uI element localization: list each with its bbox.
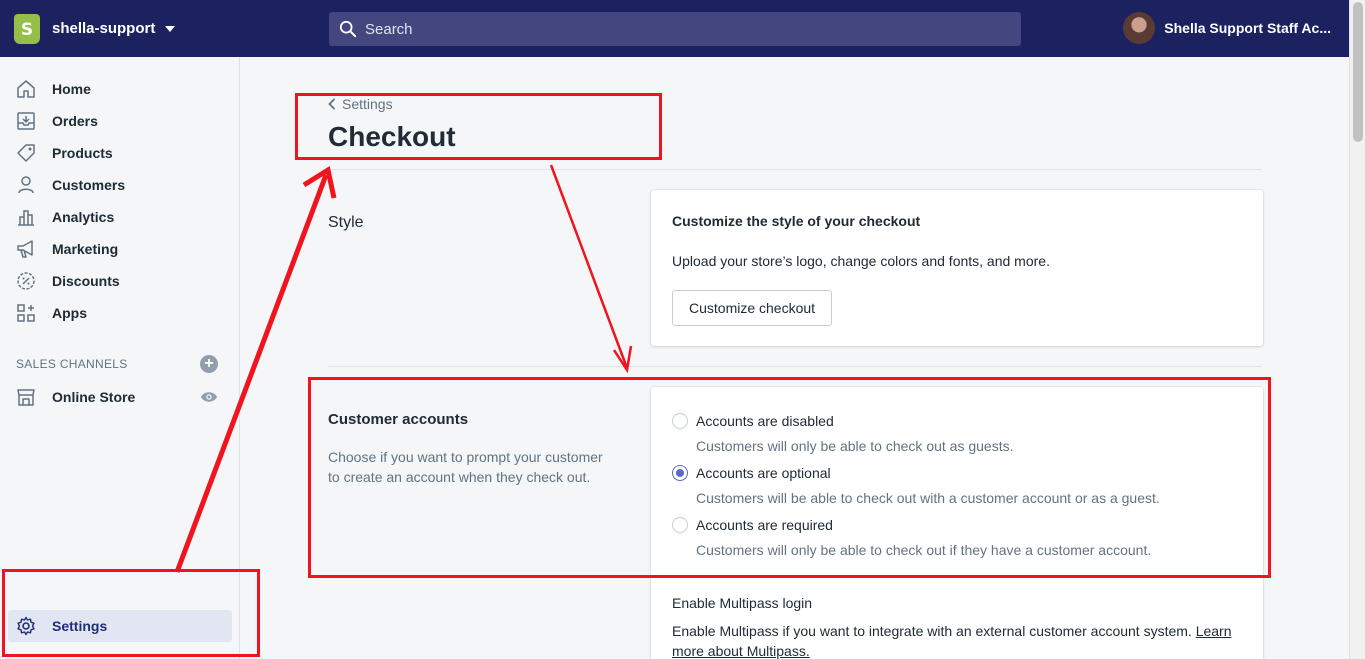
person-icon — [16, 175, 36, 195]
radio-button[interactable] — [672, 465, 688, 481]
radio-label: Accounts are optional — [696, 465, 831, 481]
radio-accounts-disabled[interactable]: Accounts are disabled — [672, 413, 834, 429]
breadcrumb-label: Settings — [342, 96, 393, 112]
bar-chart-icon — [16, 207, 36, 227]
store-name: shella-support — [52, 20, 156, 37]
radio-label: Accounts are required — [696, 517, 833, 533]
scrollbar-thumb[interactable] — [1353, 2, 1363, 142]
divider — [328, 169, 1262, 170]
shopify-logo-icon: S — [14, 13, 40, 44]
sidebar-item-apps[interactable]: Apps — [8, 297, 232, 329]
divider — [328, 366, 1262, 367]
sidebar-item-products[interactable]: Products — [8, 137, 232, 169]
tag-icon — [16, 143, 36, 163]
sidebar-item-label: Marketing — [52, 241, 119, 257]
learn-more-link[interactable]: Learn — [1196, 623, 1232, 639]
radio-help-text: Customers will only be able to check out… — [696, 438, 1014, 454]
customize-checkout-button[interactable]: Customize checkout — [672, 290, 833, 326]
sidebar-item-label: Customers — [52, 177, 126, 193]
add-sales-channel-icon[interactable]: + — [200, 355, 218, 373]
radio-button[interactable] — [672, 517, 688, 533]
customer-accounts-card: Accounts are disabled Customers will onl… — [651, 387, 1263, 659]
account-menu[interactable]: Shella Support Staff Ac... — [1123, 12, 1331, 44]
sidebar-item-home[interactable]: Home — [8, 73, 232, 105]
top-bar: S shella-support Search Shella Support S… — [0, 0, 1349, 57]
sidebar-item-discounts[interactable]: Discounts — [8, 265, 232, 297]
radio-accounts-required[interactable]: Accounts are required — [672, 517, 833, 533]
radio-label: Accounts are disabled — [696, 413, 834, 429]
megaphone-icon — [16, 239, 36, 259]
radio-help-text: Customers will only be able to check out… — [696, 542, 1152, 558]
orders-icon — [16, 111, 36, 131]
sidebar-item-label: Online Store — [52, 389, 136, 405]
sidebar-item-analytics[interactable]: Analytics — [8, 201, 232, 233]
search-placeholder: Search — [365, 20, 413, 38]
radio-help-text: Customers will be able to check out with… — [696, 490, 1160, 506]
sidebar-item-label: Products — [52, 145, 113, 161]
customer-accounts-description: Choose if you want to prompt your custom… — [328, 449, 603, 485]
radio-button[interactable] — [672, 413, 688, 429]
scrollbar[interactable] — [1349, 0, 1365, 659]
sidebar-item-customers[interactable]: Customers — [8, 169, 232, 201]
chevron-left-icon — [328, 98, 336, 110]
learn-more-multipass-link[interactable]: more about Multipass. — [672, 643, 810, 659]
search-icon — [339, 20, 357, 38]
multipass-link-line: more about Multipass. — [672, 643, 810, 659]
sidebar-item-label: Settings — [52, 618, 108, 634]
store-switcher[interactable]: S shella-support — [14, 13, 314, 44]
sidebar-item-label: Analytics — [52, 209, 115, 225]
sidebar: Home Orders Products Customers Analytics… — [0, 57, 240, 659]
avatar — [1123, 12, 1156, 44]
style-card-title: Customize the style of your checkout — [672, 213, 921, 229]
sidebar-item-orders[interactable]: Orders — [8, 105, 232, 137]
chevron-down-icon — [165, 25, 176, 32]
customer-accounts-title: Customer accounts — [328, 411, 469, 428]
style-card: Customize the style of your checkout Upl… — [651, 190, 1263, 346]
sidebar-item-label: Orders — [52, 113, 98, 129]
multipass-text: Enable Multipass if you want to integrat… — [672, 623, 1232, 639]
sidebar-item-settings[interactable]: Settings — [8, 610, 232, 642]
discount-icon — [16, 271, 36, 291]
gear-icon — [16, 616, 36, 636]
sidebar-item-label: Discounts — [52, 273, 120, 289]
sidebar-item-label: Home — [52, 81, 91, 97]
store-icon — [16, 387, 36, 407]
search-input[interactable]: Search — [329, 12, 1021, 46]
main-content: Settings Checkout Style Customize the st… — [240, 57, 1349, 659]
page-title: Checkout — [328, 121, 456, 152]
breadcrumb[interactable]: Settings — [328, 96, 393, 112]
sidebar-item-online-store[interactable]: Online Store — [8, 381, 232, 413]
apps-icon — [16, 303, 36, 323]
account-name: Shella Support Staff Ac... — [1164, 20, 1331, 36]
home-icon — [16, 79, 36, 99]
sales-channels-title: SALES CHANNELS — [16, 357, 128, 371]
multipass-description: Enable Multipass if you want to integrat… — [672, 623, 1192, 639]
sidebar-item-label: Apps — [52, 305, 87, 321]
radio-accounts-optional[interactable]: Accounts are optional — [672, 465, 831, 481]
sidebar-item-marketing[interactable]: Marketing — [8, 233, 232, 265]
multipass-title: Enable Multipass login — [672, 595, 813, 611]
style-section-title: Style — [328, 214, 364, 231]
style-card-text: Upload your store’s logo, change colors … — [672, 253, 1050, 269]
eye-icon[interactable] — [200, 388, 218, 411]
